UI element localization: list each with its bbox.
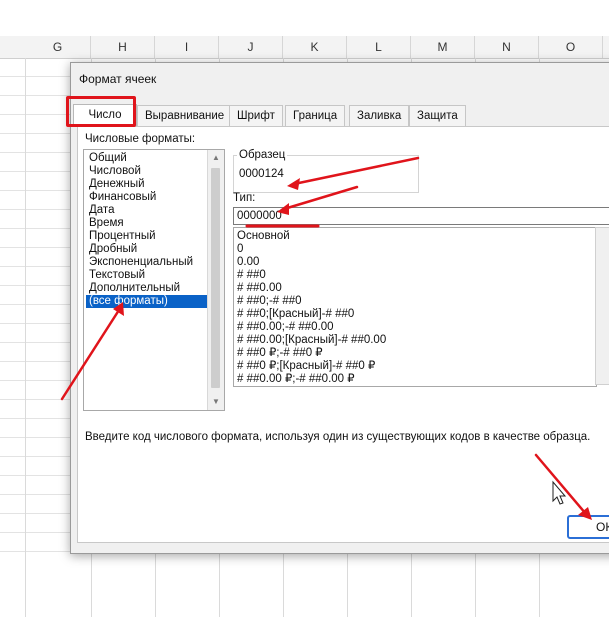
format-code-item[interactable]: # ##0.00 ₽;-# ##0.00 ₽ (237, 373, 355, 386)
category-item[interactable]: Числовой (86, 165, 208, 178)
tab-border[interactable]: Граница (285, 105, 346, 126)
category-item[interactable]: Процентный (86, 230, 208, 243)
format-code-item[interactable]: # ##0.00;[Красный]-# ##0.00 (237, 334, 386, 347)
tab-font[interactable]: Шрифт (229, 105, 283, 126)
format-cells-dialog: Формат ячеек Число Выравнивание Шрифт Гр… (70, 62, 609, 554)
format-hint-text: Введите код числового формата, используя… (85, 431, 591, 443)
scroll-down-icon[interactable]: ▼ (208, 395, 224, 409)
category-listbox[interactable]: Общий Числовой Денежный Финансовый Дата … (83, 149, 225, 411)
format-code-item[interactable]: # ##0 (237, 269, 266, 282)
format-code-item[interactable]: Основной (237, 230, 290, 243)
tab-protection[interactable]: Защита (409, 105, 466, 126)
format-code-item[interactable]: # ##0 ₽;-# ##0 ₽ (237, 347, 323, 360)
type-input[interactable]: 0000000 (233, 207, 609, 225)
column-header-row: G H I J K L M N O (0, 36, 609, 59)
category-item[interactable]: Дробный (86, 243, 208, 256)
scroll-up-icon[interactable]: ▲ (208, 151, 224, 165)
column-header-l[interactable]: L (347, 36, 411, 58)
category-item-selected[interactable]: (все форматы) (86, 295, 208, 308)
column-header-i[interactable]: I (155, 36, 219, 58)
tab-fill[interactable]: Заливка (349, 105, 410, 126)
column-header-k[interactable]: K (283, 36, 347, 58)
grid-line (25, 58, 26, 617)
format-code-item[interactable]: 0.00 (237, 256, 259, 269)
category-item[interactable]: Дополнительный (86, 282, 208, 295)
format-code-item[interactable]: # ##0.00;-# ##0.00 (237, 321, 334, 334)
format-code-scrollbar[interactable] (595, 227, 609, 385)
column-header-h[interactable]: H (91, 36, 155, 58)
category-item[interactable]: Время (86, 217, 208, 230)
category-item[interactable]: Текстовый (86, 269, 208, 282)
format-code-item[interactable]: # ##0.00 (237, 282, 282, 295)
format-code-item[interactable]: # ##0;[Красный]-# ##0 (237, 308, 354, 321)
format-code-item[interactable]: # ##0;-# ##0 (237, 295, 302, 308)
format-code-item[interactable]: # ##0 ₽;[Красный]-# ##0 ₽ (237, 360, 375, 373)
dialog-tabs: Число Выравнивание Шрифт Граница Заливка… (71, 104, 609, 127)
sample-value: 0000124 (239, 168, 284, 180)
type-label: Тип: (233, 192, 256, 204)
sample-label: Образец (237, 149, 288, 161)
category-item[interactable]: Финансовый (86, 191, 208, 204)
ribbon-strip (0, 0, 609, 37)
format-code-item[interactable]: 0 (237, 243, 243, 256)
column-header-m[interactable]: M (411, 36, 475, 58)
scroll-thumb[interactable] (211, 168, 220, 388)
category-item[interactable]: Денежный (86, 178, 208, 191)
category-scrollbar[interactable]: ▲ ▼ (207, 150, 224, 410)
categories-label: Числовые форматы: (85, 133, 196, 145)
column-header-o[interactable]: O (539, 36, 603, 58)
category-item[interactable]: Дата (86, 204, 208, 217)
tab-alignment[interactable]: Выравнивание (137, 105, 233, 126)
category-item[interactable]: Общий (86, 152, 208, 165)
tab-highlight-box (66, 96, 136, 127)
column-header-g[interactable]: G (25, 36, 91, 58)
ok-button[interactable]: ОК (567, 515, 609, 539)
column-header-j[interactable]: J (219, 36, 283, 58)
dialog-title: Формат ячеек (79, 72, 157, 86)
column-header-n[interactable]: N (475, 36, 539, 58)
format-code-list[interactable]: Основной 0 0.00 # ##0 # ##0.00 # ##0;-# … (233, 227, 597, 387)
category-item[interactable]: Экспоненциальный (86, 256, 208, 269)
